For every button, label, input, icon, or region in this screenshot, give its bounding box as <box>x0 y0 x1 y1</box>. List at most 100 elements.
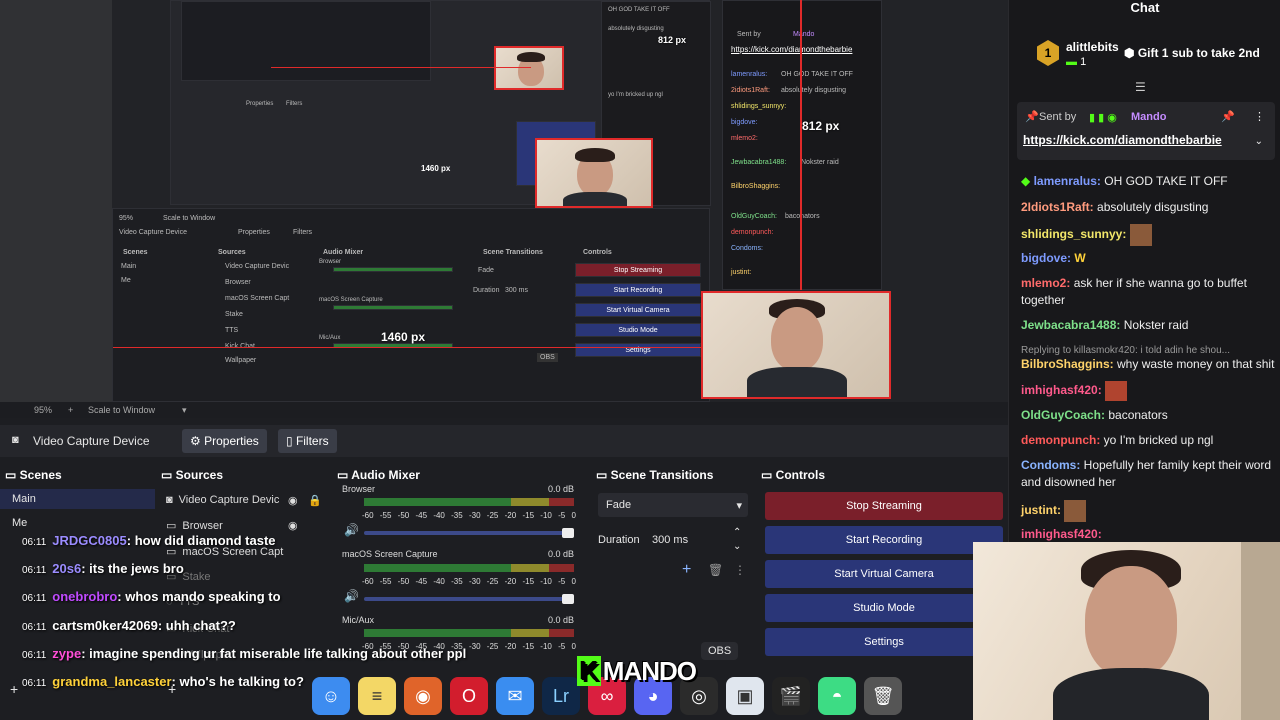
chat-message: demonpunch: yo I'm bricked up ngl <box>1021 433 1214 447</box>
overlay-chat-line: 06:11 JRDGC0805: how did diamond taste <box>22 533 276 548</box>
studio-mode-button[interactable]: Studio Mode <box>765 594 1003 622</box>
chevron-down-icon[interactable]: ⌄ <box>1255 136 1263 147</box>
chat-message: ◆ lamenralus: OH GOD TAKE IT OFF <box>1021 174 1228 188</box>
nested-filters: Filters <box>286 101 303 107</box>
stop-streaming-button[interactable]: Stop Streaming <box>765 492 1003 520</box>
chat-message: Jewbacabra1488: Nokster raid <box>1021 318 1189 332</box>
gift-count: ▬ 1 <box>1066 56 1087 68</box>
chat-message: justint: <box>1021 500 1275 522</box>
transitions-panel-title: ▭ Scene Transitions <box>596 468 714 482</box>
opera-icon[interactable]: O <box>450 677 488 715</box>
px-label: 1460 px <box>421 164 451 173</box>
screen: OH GOD TAKE IT OFF absolutely disgusting… <box>0 0 1280 720</box>
nested-meter <box>333 267 453 272</box>
more-icon[interactable]: ⋮ <box>734 563 746 577</box>
chat-message: imhighasf420: <box>1021 381 1275 401</box>
scene-item-me[interactable]: Me <box>0 513 155 533</box>
top-gifter-name[interactable]: alittlebits <box>1066 40 1119 54</box>
overlay-chat-line: 06:11 onebrobro: whos mando speaking to <box>22 589 281 604</box>
nested-mixer: Browser <box>319 259 342 265</box>
scale-mode[interactable]: Scale to Window <box>88 405 155 415</box>
chat-message: OldGuyCoach: baconators <box>1021 408 1168 422</box>
chat-message: 2Idiots1Raft: absolutely disgusting <box>1021 200 1209 214</box>
preview-canvas[interactable]: OH GOD TAKE IT OFF absolutely disgusting… <box>112 0 1008 402</box>
add-source-icon[interactable]: + <box>168 681 176 697</box>
nested-chat-msg: OH GOD TAKE IT OFF <box>781 71 853 78</box>
pinned-link[interactable]: https://kick.com/diamondthebarbie <box>1023 133 1222 147</box>
emote-icon <box>1129 224 1152 246</box>
browser-icon: ▭ <box>166 520 177 532</box>
chat-message: shlidings_sunnyy: <box>1021 224 1275 246</box>
volume-slider[interactable] <box>364 528 574 538</box>
nested-dock <box>298 369 696 399</box>
firefox-icon[interactable]: ◉ <box>404 677 442 715</box>
stepper-down-icon[interactable]: ⌄ <box>733 541 741 552</box>
start-virtual-camera-button[interactable]: Start Virtual Camera <box>765 560 1003 588</box>
nested-scene: Main <box>121 263 137 270</box>
mail-icon[interactable]: ✉ <box>496 677 534 715</box>
settings-button[interactable]: Settings <box>765 628 1003 656</box>
camera-icon: ◙ <box>12 434 19 446</box>
pinned-sender[interactable]: Mando <box>1131 111 1166 123</box>
scene-item-main[interactable]: Main <box>0 489 155 509</box>
nested-duration: Duration <box>473 287 500 294</box>
stepper-up-icon[interactable]: ⌃ <box>733 527 741 538</box>
mixer-channel: Browser 0.0 dB <box>342 484 574 494</box>
nested-chat-user: bigdove: <box>731 119 758 126</box>
lightroom-icon[interactable]: Lr <box>542 677 580 715</box>
px-label-812: 812 px <box>802 119 840 133</box>
trash-icon[interactable]: 🗑 <box>708 563 723 577</box>
selected-webcam-source[interactable] <box>701 291 891 399</box>
nested-chat-msg: Nokster raid <box>801 159 839 166</box>
chat-title: Chat <box>1130 0 1160 15</box>
nested-scale: Scale to Window <box>163 215 216 222</box>
pin-icon[interactable]: 📌 <box>1221 110 1235 123</box>
emote-icon <box>1105 381 1128 401</box>
controls-panel-title: ▭ Controls <box>761 468 826 482</box>
volume-slider[interactable] <box>364 594 574 604</box>
nested-source: TTS <box>225 327 239 334</box>
mixer-channel: Mic/Aux 0.0 dB <box>342 615 574 625</box>
nested-button: Start Recording <box>575 283 701 297</box>
source-item[interactable]: ◙ Video Capture Devic ◉ 🔒 <box>166 494 326 507</box>
zoom-in-button[interactable]: + <box>68 405 73 415</box>
lock-icon[interactable]: 🔒 <box>308 494 322 507</box>
start-recording-button[interactable]: Start Recording <box>765 526 1003 554</box>
trash-icon[interactable]: 🗑 <box>864 677 902 715</box>
nested-scene: Me <box>121 277 131 284</box>
android-icon[interactable]: ◓ <box>818 677 856 715</box>
nested-obs-panels: 95% Scale to Window Video Capture Device… <box>112 208 711 402</box>
nested-link: https://kick.com/diamondthebarbie <box>731 45 853 54</box>
gift-cta[interactable]: ⬢ Gift 1 sub to take 2nd <box>1124 46 1260 60</box>
properties-button[interactable]: ⚙ Properties <box>182 429 267 453</box>
eye-icon[interactable]: ◉ <box>288 519 300 532</box>
transition-select[interactable]: Fade ▾ <box>598 493 748 517</box>
source-item[interactable]: ▭ Browser ◉ <box>166 519 326 532</box>
filters-button[interactable]: ▯ Filters <box>278 429 337 453</box>
scale-dropdown-icon[interactable]: ▾ <box>182 405 187 416</box>
nested-panel-title: Scene Transitions <box>483 249 543 256</box>
audio-meter <box>364 629 574 637</box>
nested-button: Stop Streaming <box>575 263 701 277</box>
camera-icon: ◙ <box>166 494 173 506</box>
pinned-message: 📌 Sent by ▮ ▮ ◉ Mando 📌 ⋮ https://kick.c… <box>1017 102 1275 160</box>
finder-icon[interactable]: ☺ <box>312 677 350 715</box>
final-cut-icon[interactable]: 🎬 <box>772 677 810 715</box>
pinned-sent-by: Sent by <box>1039 111 1077 123</box>
overlay-chat-line: 06:11 20s6: its the jews bro <box>22 561 184 576</box>
obs-preview[interactable]: OH GOD TAKE IT OFF absolutely disgusting… <box>0 0 1008 402</box>
nested-chat-user: mlemo2: <box>731 135 758 142</box>
preview-icon[interactable]: ▣ <box>726 677 764 715</box>
chat-collapse-icon[interactable]: ☰ <box>1135 80 1146 94</box>
chat-message: bigdove: W <box>1021 251 1086 265</box>
preview-edge <box>0 0 112 402</box>
add-transition-icon[interactable]: + <box>682 561 691 579</box>
zoom-level[interactable]: 95% <box>34 405 52 415</box>
add-scene-icon[interactable]: + <box>10 681 18 697</box>
duration-input[interactable]: 300 ms <box>652 534 688 546</box>
more-icon[interactable]: ⋮ <box>1254 110 1265 123</box>
nested-source: Stake <box>225 311 243 318</box>
notes-icon[interactable]: ≡ <box>358 677 396 715</box>
nested-webcam-medium <box>535 138 653 208</box>
eye-icon[interactable]: ◉ <box>288 494 300 507</box>
